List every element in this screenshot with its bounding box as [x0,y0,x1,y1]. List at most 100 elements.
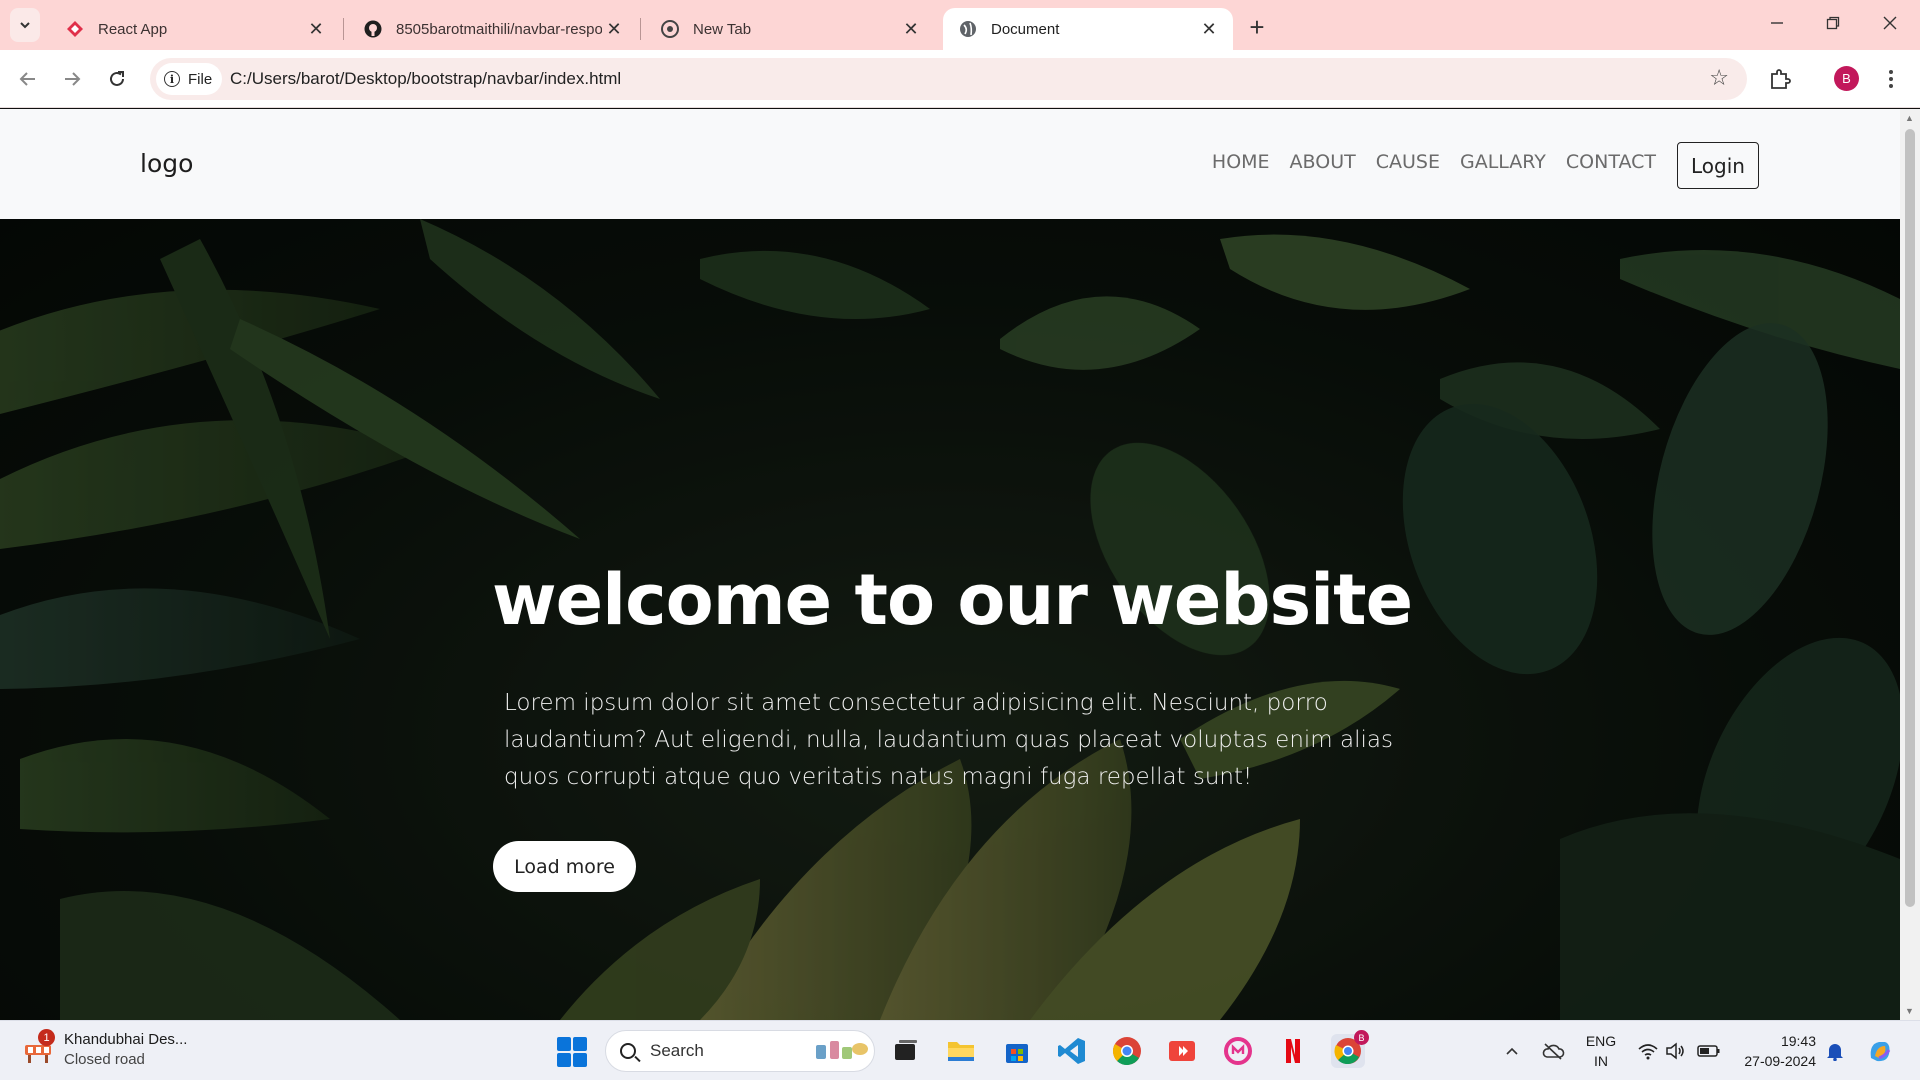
wifi-icon [1638,1044,1658,1060]
language-code: ENG [1585,1033,1617,1049]
close-icon[interactable]: ✕ [304,17,328,41]
onedrive-button[interactable] [1538,1021,1568,1080]
page-viewport: logo HOME ABOUT CAUSE GALLARY CONTACT Lo… [0,109,1900,1020]
chevron-up-icon [1506,1047,1518,1055]
close-icon [1883,16,1897,30]
close-icon[interactable]: ✕ [899,17,923,41]
volume-button[interactable] [1662,1021,1690,1080]
search-icon [620,1043,636,1059]
nav-link-about[interactable]: ABOUT [1290,151,1356,173]
tab-react-app[interactable]: React App ✕ [50,8,340,50]
bookmark-star-icon[interactable]: ☆ [1709,65,1729,91]
vscode-icon [1058,1038,1085,1064]
tab-search-button[interactable] [10,8,40,42]
tab-divider [640,18,641,40]
tab-github[interactable]: 8505barotmaithili/navbar-respo ✕ [348,8,638,50]
tab-title: React App [98,20,168,38]
chrome-icon [1113,1037,1141,1066]
copilot-button[interactable] [1862,1021,1898,1080]
nav-link-cause[interactable]: CAUSE [1376,151,1440,173]
weather-widget[interactable]: 1 Khandubhai Des... Closed road [22,1029,187,1070]
bell-icon [1827,1044,1843,1061]
hero-title: welcome to our website [492,559,1413,641]
show-hidden-icons-button[interactable] [1500,1021,1524,1080]
search-highlight-icon [816,1041,868,1059]
minimize-icon [1771,22,1783,24]
address-bar[interactable]: i File C:/Users/barot/Desktop/bootstrap/… [150,58,1747,100]
store-icon [1006,1044,1028,1063]
close-icon[interactable]: ✕ [1197,17,1221,41]
tab-title: Document [991,20,1060,38]
taskbar-vscode[interactable] [1055,1034,1089,1068]
globe-icon [960,21,976,37]
site-navbar: logo HOME ABOUT CAUSE GALLARY CONTACT Lo… [0,109,1900,219]
netflix-icon [1286,1039,1300,1063]
info-icon: i [164,71,180,87]
close-icon[interactable]: ✕ [602,17,626,41]
scroll-up-arrow-icon[interactable]: ▲ [1905,113,1914,123]
nav-link-home[interactable]: HOME [1212,151,1270,173]
react-app-icon [67,21,83,37]
clock-time: 19:43 [1780,1033,1816,1049]
windows-start-button[interactable] [557,1037,587,1067]
region-code: IN [1594,1053,1608,1069]
wifi-button[interactable] [1634,1021,1662,1080]
weather-text: Khandubhai Des... Closed road [64,1030,187,1070]
page-scrollbar[interactable]: ▲ ▼ [1900,109,1920,1020]
tab-new-tab[interactable]: New Tab ✕ [645,8,935,50]
scroll-down-arrow-icon[interactable]: ▼ [1905,1006,1914,1016]
cloud-offline-icon [1542,1043,1565,1060]
notifications-button[interactable] [1822,1021,1848,1080]
hero-section: welcome to our website Lorem ipsum dolor… [0,219,1900,1020]
weather-subtitle: Closed road [64,1051,145,1068]
nav-link-contact[interactable]: CONTACT [1566,151,1656,173]
browser-menu-button[interactable] [1885,64,1897,94]
browser-tab-strip: React App ✕ 8505barotmaithili/navbar-res… [0,0,1920,50]
site-logo[interactable]: logo [140,149,193,178]
road-closed-icon: 1 [22,1029,56,1067]
profile-avatar[interactable]: B [1834,66,1859,91]
minimize-button[interactable] [1757,8,1797,38]
chevron-down-icon [20,22,30,29]
url-text[interactable]: C:/Users/barot/Desktop/bootstrap/navbar/… [230,69,621,89]
taskbar-chrome-profile[interactable]: B [1331,1030,1369,1068]
nav-link-gallary[interactable]: GALLARY [1460,151,1546,173]
taskbar-file-explorer[interactable] [944,1034,978,1068]
task-view-button[interactable] [889,1034,923,1068]
new-tab-button[interactable]: + [1242,12,1272,42]
clock-date: 27-09-2024 [1744,1053,1816,1069]
app-icon [1224,1037,1252,1065]
login-button[interactable]: Login [1677,142,1759,189]
forward-button[interactable] [56,63,88,95]
site-info-chip[interactable]: i File [156,63,223,95]
close-window-button[interactable] [1870,8,1910,38]
restore-button[interactable] [1813,8,1853,38]
battery-button[interactable] [1694,1021,1724,1080]
taskbar-app-pink[interactable] [1221,1034,1255,1068]
restore-icon [1826,16,1840,30]
battery-icon [1697,1045,1720,1057]
tab-document[interactable]: Document ✕ [943,8,1233,50]
taskbar-chrome[interactable] [1110,1034,1144,1068]
chrome-icon [661,20,679,38]
reload-icon [110,71,124,86]
task-view-icon [895,1040,917,1060]
scrollbar-thumb[interactable] [1905,129,1915,907]
puzzle-icon [1771,69,1791,89]
back-button[interactable] [12,63,44,95]
taskbar-netflix[interactable] [1276,1034,1310,1068]
taskbar-anydesk[interactable] [1165,1034,1199,1068]
load-more-button[interactable]: Load more [493,841,636,892]
taskbar-search[interactable]: Search [605,1030,875,1072]
taskbar-clock[interactable]: 19:43 27-09-2024 [1738,1031,1816,1071]
reload-button[interactable] [101,63,133,95]
hero-text: Lorem ipsum dolor sit amet consectetur a… [504,690,1393,790]
language-indicator[interactable]: ENG IN [1583,1031,1619,1071]
speaker-icon [1666,1042,1684,1060]
taskbar-store[interactable] [1000,1034,1034,1068]
extensions-button[interactable] [1764,64,1796,94]
arrow-left-icon [19,72,35,86]
windows-taskbar: 1 Khandubhai Des... Closed road Search B [0,1020,1920,1080]
tab-divider [343,18,344,40]
arrow-right-icon [65,72,81,86]
